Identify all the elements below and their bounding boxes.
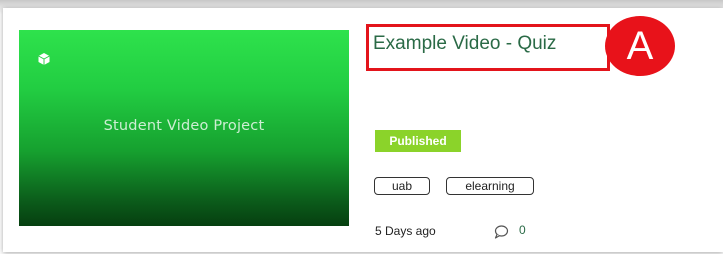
cube-icon — [38, 53, 50, 65]
tag-uab[interactable]: uab — [374, 177, 430, 195]
video-thumbnail[interactable]: Student Video Project — [19, 30, 349, 226]
thumbnail-title: Student Video Project — [103, 118, 265, 134]
comment-bubble-icon[interactable] — [493, 224, 509, 240]
tag-elearning[interactable]: elearning — [446, 177, 534, 195]
highlight-annotation-box — [366, 24, 610, 71]
comment-count[interactable]: 0 — [519, 223, 526, 237]
annotation-marker: A — [605, 16, 675, 76]
status-badge: Published — [375, 130, 461, 152]
posted-date: 5 Days ago — [375, 224, 436, 238]
video-card-screen: Student Video Project Example Video - Qu… — [0, 0, 723, 254]
